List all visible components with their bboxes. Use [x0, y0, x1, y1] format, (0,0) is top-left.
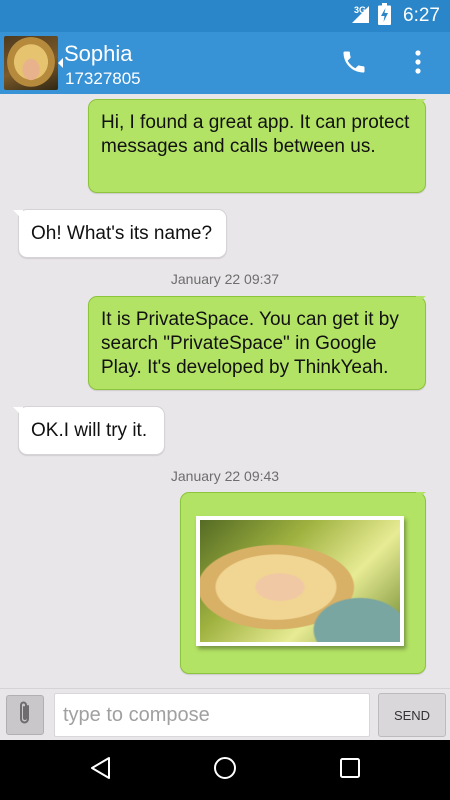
contact-avatar[interactable] [4, 36, 58, 90]
message-bubble-incoming[interactable]: OK.I will try it. [18, 406, 165, 455]
conversation-header: Sophia 17327805 [0, 32, 450, 94]
message-bubble-incoming[interactable]: Oh! What's its name? [18, 209, 227, 258]
signal-icon [350, 4, 370, 29]
message-timestamp: January 22 09:37 [170, 271, 280, 287]
phone-icon [340, 48, 368, 81]
message-text: OK.I will try it. [31, 420, 148, 441]
message-text: Hi, I found a great app. It can protect … [101, 112, 410, 157]
overflow-menu-icon [414, 49, 422, 80]
attach-button[interactable] [6, 695, 44, 735]
send-button[interactable]: SEND [378, 693, 446, 737]
paperclip-icon [16, 699, 34, 732]
home-button[interactable] [205, 750, 245, 790]
overflow-menu-button[interactable] [402, 46, 434, 82]
compose-input[interactable] [54, 693, 370, 737]
photo-image [200, 520, 400, 642]
navigation-bar [0, 740, 450, 800]
message-text: It is PrivateSpace. You can get it by se… [101, 309, 399, 378]
back-icon [89, 756, 111, 785]
recents-icon [339, 757, 361, 784]
battery-charging-icon [378, 2, 392, 30]
home-icon [213, 756, 237, 785]
compose-bar: SEND [0, 688, 450, 740]
recents-button[interactable] [330, 750, 370, 790]
photo-attachment[interactable] [196, 516, 404, 646]
message-text: Oh! What's its name? [31, 223, 213, 244]
message-bubble-outgoing[interactable]: It is PrivateSpace. You can get it by se… [88, 296, 426, 390]
contact-number: 17327805 [65, 69, 141, 88]
back-button[interactable] [80, 750, 120, 790]
avatar-notch [58, 58, 63, 68]
status-bar: 3G 6:27 [0, 0, 450, 32]
contact-name: Sophia [64, 41, 133, 66]
status-clock: 6:27 [403, 5, 440, 26]
message-timestamp: January 22 09:43 [170, 468, 280, 484]
message-bubble-outgoing[interactable]: Hi, I found a great app. It can protect … [88, 99, 426, 193]
call-button[interactable] [336, 46, 372, 82]
